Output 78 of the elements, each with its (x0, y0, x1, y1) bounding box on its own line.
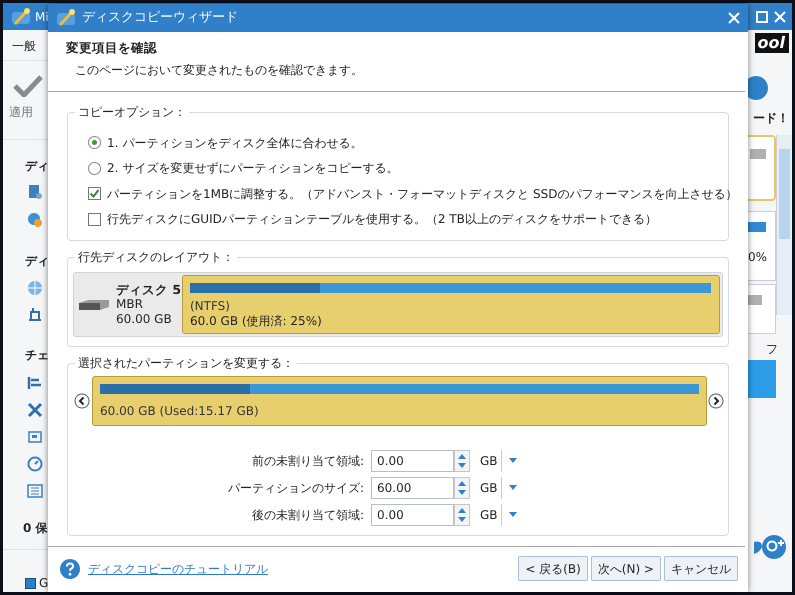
sidebar-heading: 0 保 (23, 520, 48, 537)
percent-label: 0% (748, 249, 768, 266)
close-icon[interactable] (774, 10, 786, 22)
unit-label: GB (480, 476, 502, 498)
bars-icon[interactable] (27, 375, 43, 391)
field-label: 前の未割り当て領域: (250, 452, 365, 470)
close-icon[interactable] (728, 12, 740, 24)
disk-card[interactable]: 0% (748, 211, 776, 281)
disk-info-cell[interactable]: ディスク 5 MBR 60.00 GB (74, 273, 182, 336)
number-field[interactable]: 0.00 (371, 504, 454, 526)
page-heading: 変更項目を確認 (66, 39, 158, 57)
radio-button[interactable] (88, 162, 101, 175)
app-logo-icon (11, 6, 31, 26)
legend-swatch-icon (25, 578, 36, 588)
maximize-icon[interactable] (756, 10, 768, 22)
checkbox[interactable] (88, 212, 101, 226)
gauge-icon[interactable] (27, 456, 43, 472)
disk-card[interactable] (748, 135, 776, 201)
field-label: パーティションのサイズ: (226, 480, 365, 496)
partition-usage: 60.0 GB (使用済: 25%) (190, 314, 323, 329)
radio-button[interactable] (88, 136, 101, 150)
dialog-title: ディスクコピーウィザード (82, 9, 238, 28)
toolbar-label[interactable]: 適用 (9, 103, 48, 121)
disk-card[interactable] (748, 284, 776, 334)
option-label[interactable]: 2. サイズを変更せずにパーティションをコピーする。 (107, 159, 398, 178)
disk-size: 60.00 GB (116, 312, 173, 327)
number-field[interactable]: 60.00 (371, 476, 454, 498)
bar-fill (748, 295, 762, 305)
filesystem-label: (NTFS) (190, 299, 231, 314)
checkmark-icon[interactable] (13, 75, 43, 97)
number-field[interactable]: 0.00 (371, 450, 454, 472)
group-title: コピーオプション： (75, 104, 189, 120)
legend-label: G (39, 575, 48, 592)
group-title: 選択されたパーティションを変更する： (75, 355, 297, 371)
cancel-button[interactable]: キャンセル (664, 556, 738, 581)
spinner-icon[interactable] (454, 504, 470, 526)
spinner-icon[interactable] (454, 450, 470, 472)
wizard-icon (56, 8, 76, 28)
dropdown-caret-icon[interactable] (509, 485, 517, 490)
window-title: Mi (35, 8, 49, 26)
disk-name: ディスク 5 (116, 282, 182, 297)
field-label: 後の未割り当て領域: (250, 506, 365, 524)
menu-item[interactable]: 一般 (3, 30, 48, 60)
checkbox[interactable] (88, 187, 101, 200)
banner-text: ード！ (753, 110, 789, 127)
unit-label: GB (480, 450, 502, 472)
partition-block[interactable]: (NTFS) 60.0 GB (使用済: 25%) (182, 275, 720, 334)
group-title: 行先ディスクのレイアウト： (75, 249, 237, 265)
sidebar-heading: ディ (25, 253, 48, 270)
partition-scheme: MBR (116, 297, 144, 312)
list-icon[interactable] (27, 483, 43, 499)
unit-label: GB (480, 504, 502, 526)
next-button[interactable]: 次へ(N) > (590, 556, 661, 581)
option-label[interactable]: パーティションを1MBに調整する。（アドバンスト・フォーマットディスクと SSDのパフォーマンスを向上させる） (107, 184, 738, 203)
bar-fill (750, 149, 766, 159)
spinner-icon[interactable] (454, 476, 470, 498)
sidebar-heading: ディ (25, 158, 48, 175)
hard-drive-icon (78, 298, 110, 310)
partition-usage: 60.00 GB (Used:15.17 GB) (100, 403, 260, 420)
column-header: フ (766, 341, 778, 358)
globe-icon[interactable] (27, 280, 43, 296)
dropdown-caret-icon[interactable] (509, 512, 517, 517)
partition-block[interactable]: 60.00 GB (Used:15.17 GB) (92, 376, 707, 426)
tutorial-link[interactable]: ディスクコピーのチュートリアル (88, 560, 268, 578)
logo: ool (754, 33, 789, 53)
help-icon[interactable] (60, 558, 80, 578)
disk-copy-icon[interactable] (27, 212, 43, 228)
option-label[interactable]: 行先ディスクにGUIDパーティションテーブルを使用する。（2 TB以上のディスクをサポートできる） (107, 210, 657, 228)
scrollbar[interactable] (776, 135, 792, 315)
tools-icon[interactable] (27, 402, 43, 418)
disk-icon[interactable] (27, 184, 43, 200)
option-label[interactable]: 1. パーティションをディスク全体に合わせる。 (107, 134, 362, 152)
card-icon[interactable] (27, 429, 43, 445)
dropdown-caret-icon[interactable] (509, 458, 517, 463)
bar-fill (748, 222, 766, 232)
page-subheading: このページにおいて変更されたものを確認できます。 (75, 62, 364, 79)
sidebar-heading: チェ (25, 347, 48, 364)
back-button[interactable]: < 戻る(B) (518, 556, 588, 581)
